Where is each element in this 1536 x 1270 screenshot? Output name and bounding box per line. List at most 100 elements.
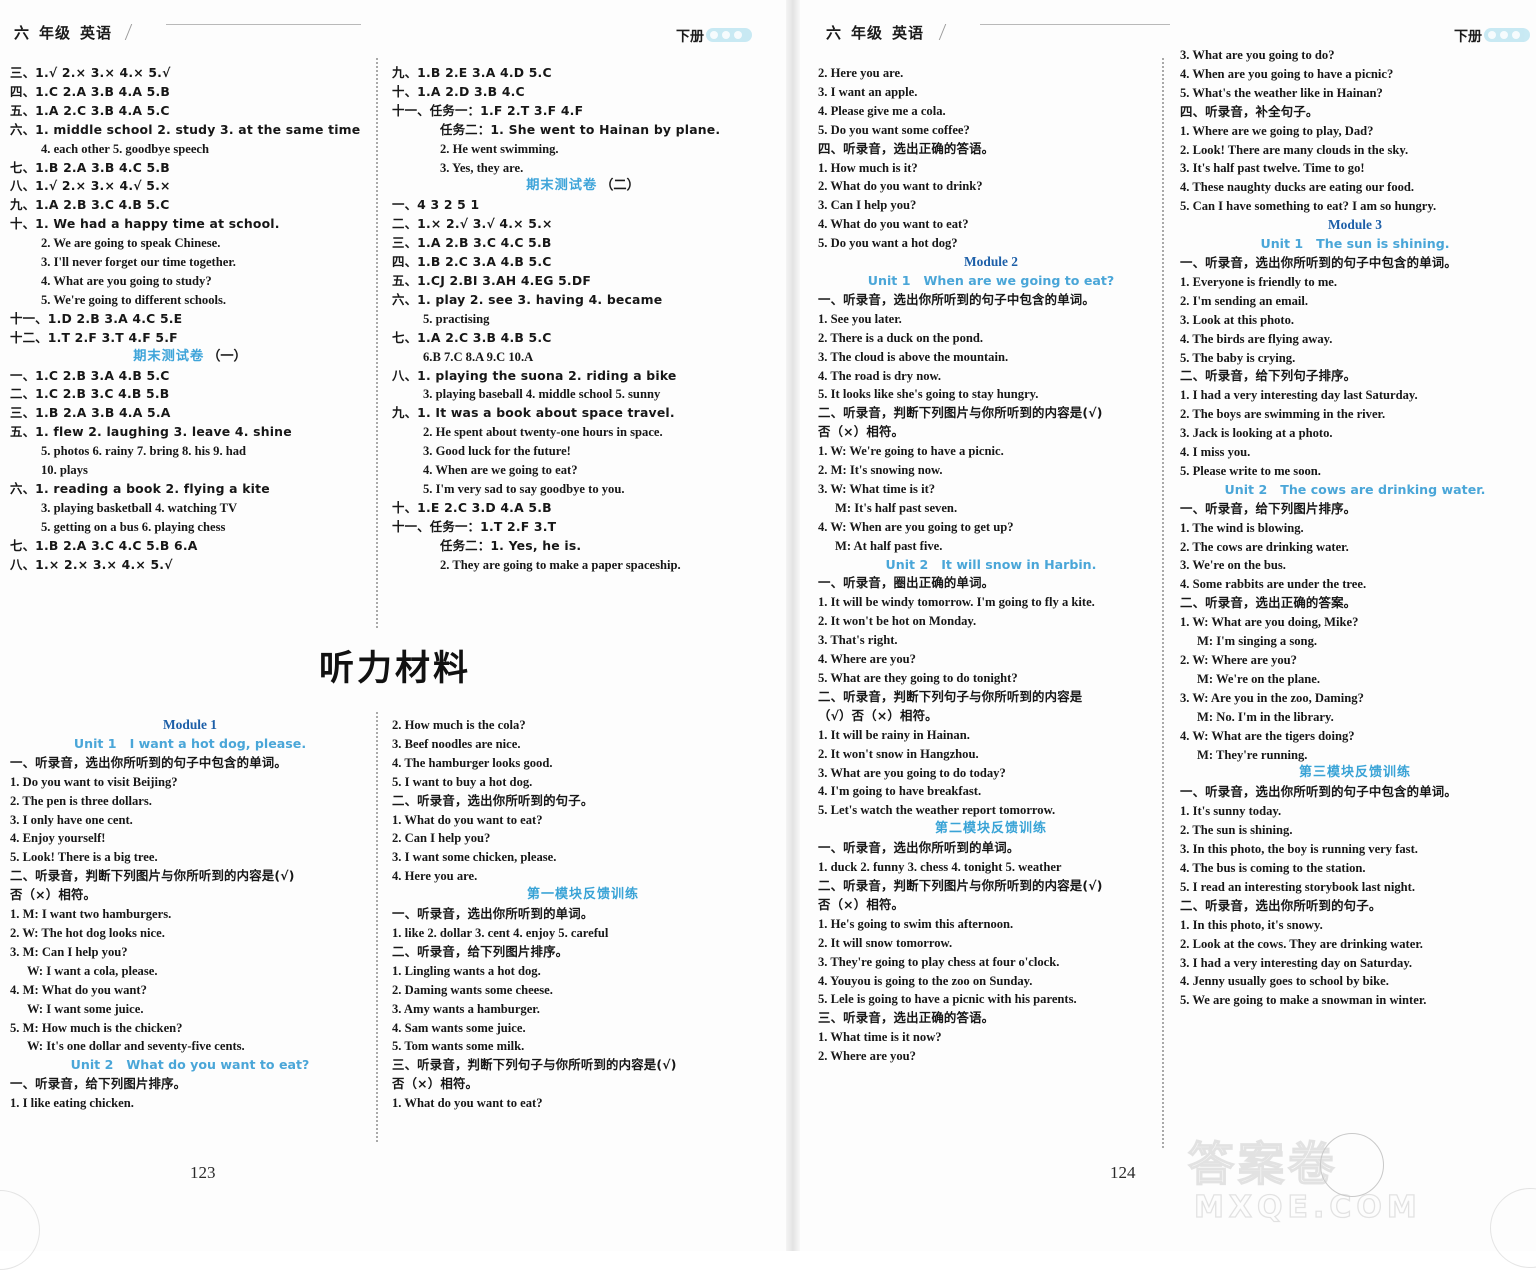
- answer-line: 5. getting on a bus 6. playing chess: [41, 519, 226, 534]
- answer-line: 2. Daming wants some cheese.: [392, 982, 553, 997]
- answer-line: 3. W: What time is it?: [818, 481, 936, 496]
- answer-line: 三、1.B 2.A 3.B 4.A 5.A: [10, 405, 171, 421]
- answer-line: 3. Jack is looking at a photo.: [1180, 426, 1333, 441]
- unit-title: The sun is shining.: [1316, 236, 1450, 252]
- unit-title: I want a hot dog, please.: [129, 735, 307, 751]
- answer-line: 十一、1.D 2.B 3.A 4.C 5.E: [10, 310, 183, 326]
- unit-heading: Unit 2 The cows are drinking water.: [1180, 481, 1530, 500]
- scanned-book-spread: 六年级 英语 下册 123 听力材料 三、1.√ 2.× 3.× 4.× 5.√ 四…: [0, 0, 1536, 1270]
- page-number-left: 123: [190, 1163, 216, 1182]
- answer-line: 一、听录音，选出你所听到的句子中包含的单词。: [10, 754, 287, 770]
- answer-line: 5. photos 6. rainy 7. bring 8. his 9. ha…: [41, 444, 247, 459]
- answer-line: 一、听录音，选出你所听到的句子中包含的单词。: [1180, 784, 1457, 800]
- answer-line: 二、听录音，选出正确的答案。: [1180, 595, 1357, 611]
- answer-line: 一、听录音，圈出正确的单词。: [818, 575, 995, 591]
- answer-line: 任务二：1. Yes, he is.: [440, 537, 582, 553]
- watermark-domain: MXQE.COM: [1193, 1189, 1422, 1225]
- header-grade-label-right: 年级: [851, 24, 884, 42]
- unit-number: Unit 1: [1260, 236, 1304, 252]
- book-gutter-shadow: [786, 0, 800, 1251]
- answer-line: 5. Do you want some coffee?: [818, 122, 970, 137]
- module-review-heading: 第一模块反馈训练: [526, 887, 639, 903]
- answer-line: （√）否（×）相符。: [818, 707, 938, 723]
- answer-line: 六、1. reading a book 2. flying a kite: [10, 480, 270, 496]
- answer-line: 八、1.√ 2.× 3.× 4.√ 5.×: [10, 178, 171, 194]
- answer-line: 5. It looks like she's going to stay hun…: [818, 387, 1039, 402]
- header-decoration-blob-right: [1484, 28, 1530, 42]
- answer-line: 3. I'll never forget our time together.: [41, 255, 236, 270]
- answer-line: 4. Enjoy yourself!: [10, 831, 106, 846]
- answer-line: 3. We're on the bus.: [1180, 558, 1286, 573]
- section-title: 听力材料: [318, 649, 471, 689]
- exam-heading-label: 期末测试卷: [133, 348, 205, 364]
- answer-line: 2. Here you are.: [818, 66, 904, 80]
- answer-line: W: I want some juice.: [27, 1001, 144, 1016]
- answer-line: 十、1. We had a happy time at school.: [10, 216, 280, 232]
- header-subject: 英语: [80, 24, 113, 42]
- answer-line: 2. It won't snow in Hangzhou.: [818, 746, 979, 761]
- answer-line: W: I want a cola, please.: [27, 963, 158, 978]
- answer-line: 十一、任务一：1.F 2.T 3.F 4.F: [392, 102, 584, 118]
- answer-line: 4. When are you going to have a picnic?: [1180, 66, 1394, 81]
- answer-line: 三、听录音，判断下列句子与你所听到的内容是(√): [392, 1057, 677, 1073]
- answer-line: M: I'm singing a song.: [1197, 634, 1318, 649]
- answer-line: 5. Lele is going to have a picnic with h…: [818, 992, 1077, 1007]
- answer-line: 否（×）相符。: [392, 1076, 479, 1092]
- answer-line: 2. The sun is shining.: [1180, 823, 1293, 838]
- answer-line: 5. Look! There is a big tree.: [10, 850, 158, 865]
- listening-column-3: 2. Here you are. 3. I want an apple. 4. Pl…: [818, 64, 1164, 1066]
- answer-line: 2. What do you want to drink?: [818, 179, 983, 194]
- answer-line: 2. M: It's snowing now.: [818, 463, 943, 478]
- answer-line: 6.B 7.C 8.A 9.C 10.A: [423, 349, 534, 364]
- answer-line: 七、1.B 2.A 3.C 4.C 5.B 6.A: [10, 537, 198, 553]
- answer-line: 1. The wind is blowing.: [1180, 520, 1304, 535]
- watermark-chinese: 答案卷: [1187, 1136, 1338, 1191]
- answer-line: 八、1.× 2.× 3.× 4.× 5.√: [10, 556, 173, 572]
- answer-line: 2. Can I help you?: [392, 831, 491, 846]
- answer-line: 1. Do you want to visit Beijing?: [10, 774, 178, 789]
- answer-line: 3. It's half past twelve. Time to go!: [1180, 161, 1365, 176]
- answer-line: 九、1.A 2.B 3.C 4.B 5.C: [10, 197, 170, 213]
- answer-line: 五、1.CJ 2.BI 3.AH 4.EG 5.DF: [392, 272, 591, 288]
- module-heading: Module 3: [1328, 217, 1382, 233]
- answer-line: 5. What are they going to do tonight?: [818, 671, 1018, 685]
- answer-line: 3. What are you going to do?: [1180, 48, 1335, 62]
- answer-line: M: We're on the plane.: [1197, 671, 1321, 686]
- answer-line: 4. The birds are flying away.: [1180, 331, 1333, 346]
- answer-line: 任务二：1. She went to Hainan by plane.: [440, 121, 721, 137]
- header-grade-label: 年级: [39, 24, 72, 42]
- answer-line: 四、听录音，补全句子。: [1180, 103, 1319, 119]
- answer-line: 4. What are you going to study?: [41, 273, 212, 288]
- answer-line: 十一、任务一：1.T 2.F 3.T: [392, 518, 557, 534]
- exam-heading: 期末测试卷 （一）: [10, 348, 370, 367]
- module-review-heading: 第二模块反馈训练: [934, 821, 1047, 837]
- unit-number: Unit 2: [885, 556, 929, 572]
- answer-line: 1. M: I want two hamburgers.: [10, 907, 172, 922]
- answer-line: 1. Where are we going to play, Dad?: [1180, 123, 1374, 138]
- answer-line: 1. It's sunny today.: [1180, 804, 1282, 819]
- answer-line: 1. In this photo, it's snowy.: [1180, 917, 1323, 932]
- column-separator-1: [376, 58, 378, 628]
- answer-line: M: No. I'm in the library.: [1197, 709, 1334, 724]
- answer-line: 2. Where are you?: [818, 1049, 916, 1064]
- answer-line: 4. Please give me a cola.: [818, 103, 946, 118]
- left-page: 六年级 英语 下册 123 听力材料 三、1.√ 2.× 3.× 4.× 5.√ 四…: [0, 0, 790, 1270]
- exam-heading: 期末测试卷 （二）: [392, 177, 774, 196]
- answer-line: 1. Everyone is friendly to me.: [1180, 274, 1338, 289]
- header-grade: 六: [14, 24, 31, 42]
- answer-line: 5. The baby is crying.: [1180, 350, 1296, 365]
- answer-line: 5. M: How much is the chicken?: [10, 1020, 183, 1035]
- answer-line: 3. Look at this photo.: [1180, 312, 1295, 327]
- answer-line: 2. W: Where are you?: [1180, 653, 1297, 667]
- answer-line: 5. We're going to different schools.: [41, 292, 227, 307]
- answer-line: 三、1.A 2.B 3.C 4.C 5.B: [392, 235, 552, 251]
- answer-line: 1. W: What are you doing, Mike?: [1180, 615, 1359, 630]
- answer-line: 1. I like eating chicken.: [10, 1096, 134, 1111]
- answer-line: 4. I miss you.: [1180, 445, 1251, 460]
- answer-line: 2. We are going to speak Chinese.: [41, 236, 221, 251]
- answer-line: 3. I want some chicken, please.: [392, 850, 557, 865]
- answer-line: 一、听录音，给下列图片排序。: [10, 1076, 187, 1092]
- answer-line: 3. Amy wants a hamburger.: [392, 1001, 540, 1016]
- answer-line: 九、1.B 2.E 3.A 4.D 5.C: [392, 65, 552, 80]
- answer-line: 2. The boys are swimming in the river.: [1180, 407, 1386, 422]
